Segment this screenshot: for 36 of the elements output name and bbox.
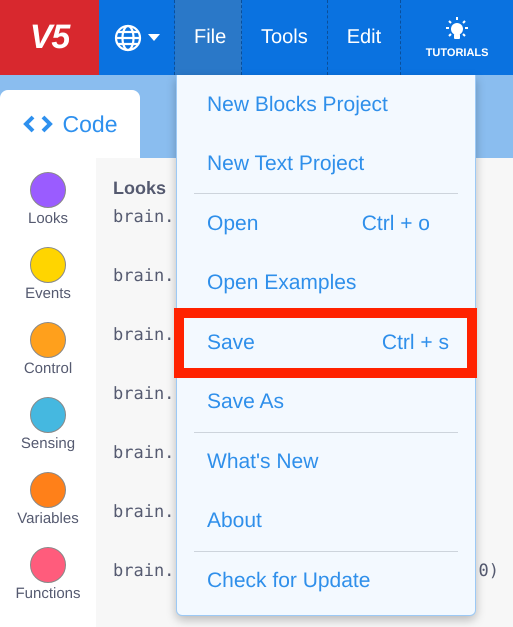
code-icon: [22, 115, 52, 133]
menu-item[interactable]: New Blocks Project: [177, 75, 458, 134]
tutorials-button[interactable]: TUTORIALS: [401, 0, 513, 75]
code-text: brain.: [113, 325, 174, 347]
category-item[interactable]: Functions: [0, 547, 96, 622]
code-text: brain.: [113, 384, 174, 406]
category-label: Control: [24, 360, 72, 377]
caret-icon: [148, 34, 160, 42]
category-label: Variables: [17, 510, 79, 527]
category-label: Sensing: [20, 435, 76, 452]
category-item[interactable]: Sensing: [0, 397, 96, 472]
category-item[interactable]: Looks: [0, 172, 96, 247]
category-label: Events: [25, 285, 71, 302]
code-text: brain.: [113, 502, 174, 524]
code-text: brain.: [113, 443, 174, 465]
code-text: 0): [478, 561, 499, 583]
menu-item[interactable]: About: [194, 492, 458, 552]
code-text: brain.: [113, 266, 174, 288]
category-label: Functions: [15, 585, 81, 602]
category-item[interactable]: Events: [0, 247, 96, 322]
category-label: Looks: [28, 210, 68, 227]
menu-item[interactable]: Save Ctrl + s: [174, 308, 477, 378]
section-heading: Looks: [113, 178, 168, 200]
menu-item[interactable]: New Text Project: [194, 134, 458, 194]
menu-tab[interactable]: File: [175, 0, 242, 75]
menu-item[interactable]: Open Ctrl + o: [177, 194, 458, 254]
category-item[interactable]: Control: [0, 322, 96, 397]
code-tab[interactable]: Code: [0, 90, 140, 158]
menu-item[interactable]: Check for Update: [177, 552, 458, 611]
category-item[interactable]: Variables: [0, 472, 96, 547]
code-text: brain.: [113, 561, 174, 583]
code-text: brain.: [113, 207, 174, 229]
menu-item[interactable]: Save As: [194, 373, 458, 432]
logo[interactable]: V5: [0, 0, 99, 75]
menu-item[interactable]: What's New: [177, 432, 458, 492]
globe-icon: [114, 24, 142, 52]
